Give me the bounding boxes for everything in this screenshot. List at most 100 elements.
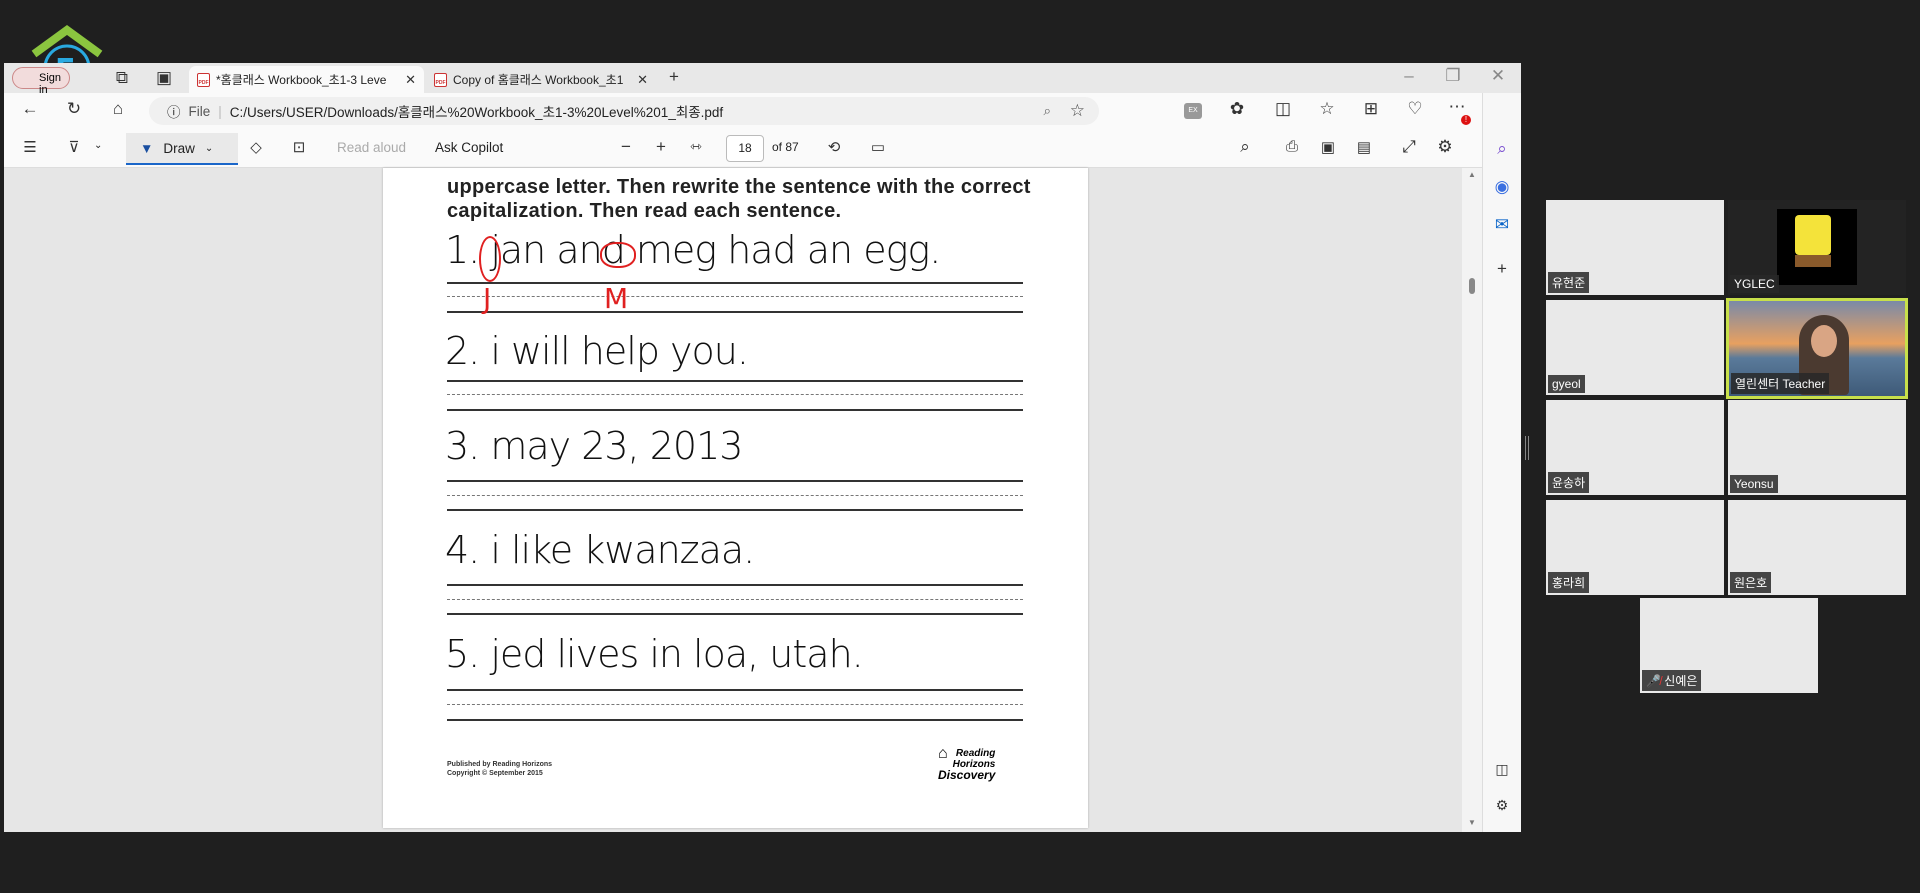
pdf-toolbar: ☰ ⊽ ⌄ ▼ Draw ⌄ ◇ ⊡ Read aloud Ask Copilot … — [4, 129, 1482, 168]
split-screen-icon[interactable]: ◫ — [1271, 99, 1295, 119]
sentence-1: 1. jan and meg had an egg. — [445, 228, 941, 272]
zoom-icon[interactable]: ⌕ — [1043, 103, 1051, 119]
participant-tile[interactable]: 유현준 — [1546, 200, 1724, 295]
participant-name: 유현준 — [1548, 272, 1590, 293]
pdf-icon: PDF — [434, 72, 447, 87]
participant-name: 열린센터 Teacher — [1731, 373, 1830, 394]
zoom-out-icon[interactable]: − — [614, 137, 638, 157]
extensions-icon[interactable]: ✿ — [1225, 99, 1249, 119]
edge-sidebar: ⌕ ◉ ✉ + ◫ ⚙ — [1482, 93, 1521, 832]
rotate-icon[interactable]: ⟲ — [822, 138, 846, 156]
copilot-sidebar-icon[interactable]: ◉ — [1490, 177, 1514, 197]
close-tab-icon[interactable]: ✕ — [405, 72, 416, 88]
sentence-5: 5. jed lives in loa, utah. — [445, 632, 864, 676]
spongebob-avatar — [1777, 209, 1857, 285]
profile-button[interactable]: Sign in — [12, 67, 70, 96]
favorites-icon[interactable]: ☆ — [1315, 99, 1339, 119]
sidebar-settings-icon[interactable]: ⚙ — [1490, 797, 1514, 814]
pdf-viewer: uppercase letter. Then rewrite the sente… — [4, 168, 1482, 832]
muted-mic-icon: 🎤̸ — [1646, 674, 1665, 688]
participant-tile-active-speaker[interactable]: 열린센터 Teacher — [1726, 298, 1908, 399]
draw-label: Draw — [163, 140, 195, 156]
text-box-icon[interactable]: ⊡ — [287, 138, 311, 156]
add-sidebar-app-icon[interactable]: + — [1490, 259, 1514, 279]
sidebar-search-icon[interactable]: ⌕ — [1490, 139, 1514, 159]
address-input[interactable]: ⓘ File | C:/Users/USER/Downloads/홈클래스%20Wor… — [149, 97, 1099, 125]
browser-essentials-icon[interactable]: ♡ — [1403, 99, 1427, 119]
fullscreen-icon[interactable]: ⤢ — [1397, 137, 1421, 157]
tab-title: *홈클래스 Workbook_초1-3 Leve — [216, 73, 387, 87]
page-number-input[interactable]: 18 — [726, 135, 764, 162]
vertical-scrollbar[interactable]: ▲ ▼ — [1462, 168, 1482, 832]
participant-name: 윤송하 — [1548, 472, 1590, 493]
draw-button[interactable]: ▼ Draw ⌄ — [126, 133, 238, 165]
fit-width-icon[interactable]: ⇿ — [684, 138, 708, 155]
collections-icon[interactable]: ⊞ — [1359, 99, 1383, 119]
instruction-line: capitalization. Then read each sentence. — [447, 200, 842, 222]
restore-icon[interactable]: ❐ — [1441, 66, 1465, 86]
outlook-icon[interactable]: ✉ — [1490, 215, 1514, 235]
back-icon[interactable]: ← — [18, 99, 42, 119]
page-footer: Published by Reading Horizons Copyright ©… — [447, 760, 552, 778]
chevron-down-icon: ⌄ — [204, 142, 214, 154]
workspaces-icon[interactable]: ⧉ — [110, 68, 134, 88]
tab-actions-icon[interactable]: ▣ — [152, 68, 176, 88]
favorite-star-icon[interactable]: ☆ — [1070, 101, 1085, 121]
save-icon[interactable]: ▣ — [1316, 138, 1340, 156]
participant-tile[interactable]: YGLEC — [1728, 200, 1906, 295]
annotation-letter: M — [604, 282, 629, 315]
page-total: of 87 — [772, 140, 799, 154]
minimize-icon[interactable]: – — [1397, 66, 1421, 86]
close-tab-icon[interactable]: ✕ — [637, 72, 648, 88]
participant-name: 신예은 — [1664, 674, 1698, 688]
participant-tile[interactable]: 홍라희 — [1546, 500, 1724, 595]
settings-icon[interactable]: ⚙ — [1433, 137, 1457, 157]
highlight-icon[interactable]: ⊽ — [62, 138, 86, 156]
sentence-4: 4. i like kwanzaa. — [445, 528, 755, 572]
participant-tile[interactable]: 윤송하 — [1546, 400, 1724, 495]
print-icon[interactable]: ⎙ — [1280, 138, 1304, 155]
eraser-icon[interactable]: ◇ — [244, 138, 268, 156]
instruction-line: uppercase letter. Then rewrite the sente… — [447, 176, 1031, 198]
participant-tile[interactable]: gyeol — [1546, 300, 1724, 395]
tab[interactable]: PDF Copy of 홈클래스 Workbook_초1 ✕ — [426, 66, 656, 93]
contents-icon[interactable]: ☰ — [18, 138, 42, 156]
sidebar-toggle-icon[interactable]: ◫ — [1490, 761, 1514, 778]
participant-tile[interactable]: 🎤̸ 신예은 — [1640, 598, 1818, 693]
browser-window: Sign in ⧉ ▣ PDF *홈클래스 Workbook_초1-3 Leve ✕… — [4, 63, 1521, 832]
ask-copilot-button[interactable]: Ask Copilot — [435, 140, 503, 155]
sentence-3: 3. may 23, 2013 — [445, 424, 743, 468]
participant-tile[interactable]: Yeonsu — [1728, 400, 1906, 495]
participant-name: Yeonsu — [1730, 475, 1778, 493]
participant-name: YGLEC — [1730, 275, 1779, 293]
search-icon[interactable]: ⌕ — [1233, 137, 1257, 157]
more-menu-icon[interactable]: ⋯ — [1445, 97, 1469, 117]
refresh-icon[interactable]: ↻ — [62, 99, 86, 119]
close-window-icon[interactable]: ✕ — [1486, 66, 1510, 86]
participant-name: 홍라희 — [1548, 572, 1590, 593]
page-view-icon[interactable]: ▭ — [866, 138, 890, 156]
tab-bar: Sign in ⧉ ▣ PDF *홈클래스 Workbook_초1-3 Leve ✕… — [4, 63, 1521, 96]
address-bar-row: ← ↻ ⌂ ⓘ File | C:/Users/USER/Downloads/홈클래스… — [4, 93, 1521, 129]
save-as-icon[interactable]: ▤ — [1352, 138, 1376, 156]
tab-active[interactable]: PDF *홈클래스 Workbook_초1-3 Leve ✕ — [189, 66, 424, 93]
extension-ex-icon[interactable]: EX — [1184, 103, 1202, 119]
notification-badge: ! — [1461, 115, 1471, 125]
publisher-line: Published by Reading Horizons — [447, 761, 553, 768]
scrollbar-thumb[interactable] — [1469, 278, 1475, 294]
participant-tile[interactable]: 원은호 — [1728, 500, 1906, 595]
pen-icon: ▼ — [140, 140, 154, 156]
participant-name-muted: 🎤̸ 신예은 — [1642, 670, 1702, 691]
zoom-in-icon[interactable]: + — [649, 137, 673, 157]
annotation-circle — [479, 236, 501, 282]
highlight-dropdown-icon[interactable]: ⌄ — [94, 140, 102, 151]
copyright-line: Copyright © September 2015 — [447, 770, 543, 777]
info-icon: ⓘ — [167, 105, 181, 120]
new-tab-icon[interactable]: + — [662, 67, 686, 87]
scheme-label: File — [188, 103, 211, 119]
tab-title: Copy of 홈클래스 Workbook_초1 — [453, 73, 624, 87]
panel-resize-handle[interactable] — [1525, 436, 1529, 460]
annotation-circle — [600, 242, 636, 268]
home-icon[interactable]: ⌂ — [106, 99, 130, 119]
read-aloud-button[interactable]: Read aloud — [337, 140, 406, 155]
